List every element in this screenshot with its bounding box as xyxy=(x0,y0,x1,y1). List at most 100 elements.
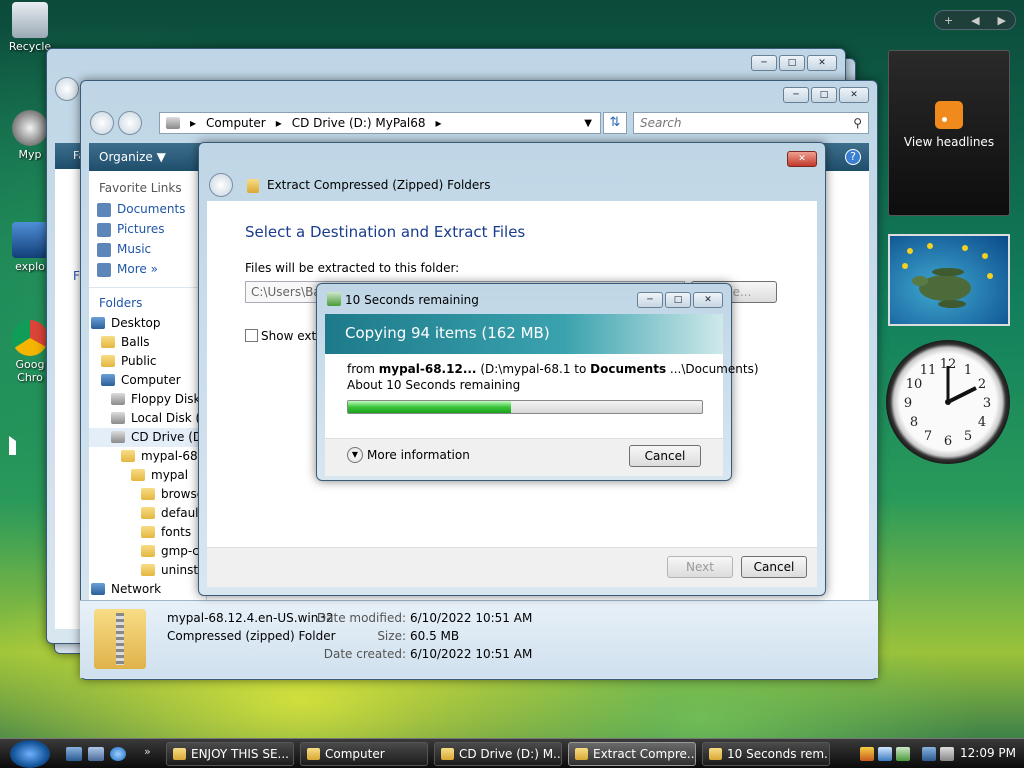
volume-icon[interactable] xyxy=(940,747,954,761)
breadcrumb-cd-drive[interactable]: CD Drive (D:) MyPal68 xyxy=(292,116,426,130)
show-files-checkbox[interactable] xyxy=(245,329,258,342)
address-dropdown-icon[interactable]: ▼ xyxy=(584,118,592,129)
copy-progress-dialog[interactable]: 10 Seconds remaining ─ □ ✕ Copying 94 it… xyxy=(316,283,759,481)
date-modified-value: 6/10/2022 10:51 AM xyxy=(410,611,533,625)
time-remaining: About 10 Seconds remaining xyxy=(347,378,521,392)
quick-launch-overflow-icon[interactable]: » xyxy=(144,745,151,758)
desktop-icon-recycle-bin[interactable]: Recycle xyxy=(6,2,54,53)
more-information-toggle[interactable]: ▼ More information xyxy=(347,447,470,463)
refresh-button[interactable]: ⇅ xyxy=(603,112,627,134)
tree-item[interactable]: Computer xyxy=(89,371,206,390)
organize-label: Organize xyxy=(99,150,153,164)
prev-gadget-icon[interactable]: ◀ xyxy=(971,14,979,27)
rss-icon xyxy=(935,101,963,129)
taskbar: » ENJOY THIS SE... Computer CD Drive (D:) … xyxy=(0,738,1024,768)
tree-item[interactable]: Balls xyxy=(89,333,206,352)
start-button[interactable] xyxy=(10,740,50,768)
tree-item-label: Network xyxy=(111,582,162,596)
sidebar-controls[interactable]: + ◀ ▶ xyxy=(934,10,1016,30)
clock-gadget[interactable]: 12 1 2 345 678 9 10 11 xyxy=(886,340,1010,464)
folders-header[interactable]: Folders xyxy=(89,287,206,314)
tree-item[interactable]: Local Disk (C: xyxy=(89,409,206,428)
pc-icon xyxy=(91,317,105,329)
back-button[interactable] xyxy=(55,77,79,101)
tree-item[interactable]: mypal-68.12 xyxy=(89,447,206,466)
tree-item[interactable]: uninsta xyxy=(89,561,206,580)
switch-windows-icon[interactable] xyxy=(88,747,104,761)
tree-item[interactable]: fonts xyxy=(89,523,206,542)
cancel-button[interactable]: Cancel xyxy=(741,556,807,578)
tree-item-label: Local Disk (C: xyxy=(131,411,206,425)
taskbar-button[interactable]: CD Drive (D:) M... xyxy=(434,742,562,766)
close-button[interactable]: ✕ xyxy=(693,292,723,308)
maximize-button[interactable]: □ xyxy=(811,87,837,103)
close-button[interactable]: ✕ xyxy=(787,151,817,167)
pc-icon xyxy=(101,374,115,386)
to-name[interactable]: Documents xyxy=(590,362,666,376)
tree-item[interactable]: CD Drive (D:) xyxy=(89,428,206,447)
feed-label: View headlines xyxy=(903,135,995,149)
back-button[interactable] xyxy=(90,111,114,135)
taskbar-button[interactable]: 10 Seconds rem... xyxy=(702,742,830,766)
network-icon[interactable] xyxy=(922,747,936,761)
slideshow-gadget[interactable] xyxy=(888,234,1010,326)
taskbar-button[interactable]: ENJOY THIS SE... xyxy=(166,742,294,766)
tree-item-label: Public xyxy=(121,354,157,368)
next-gadget-icon[interactable]: ▶ xyxy=(998,14,1006,27)
size-label: Size: xyxy=(377,629,406,643)
tree-item[interactable]: Public xyxy=(89,352,206,371)
tree-item[interactable]: defaults xyxy=(89,504,206,523)
nav-link-music[interactable]: Music xyxy=(89,239,206,259)
close-button[interactable]: ✕ xyxy=(839,87,869,103)
show-desktop-icon[interactable] xyxy=(66,747,82,761)
close-button[interactable]: ✕ xyxy=(807,55,837,71)
taskbar-button[interactable]: Computer xyxy=(300,742,428,766)
nav-link-more[interactable]: More » xyxy=(89,259,206,279)
from-name[interactable]: mypal-68.12... xyxy=(379,362,477,376)
maximize-button[interactable]: □ xyxy=(665,292,691,308)
tree-item[interactable]: gmp-cl xyxy=(89,542,206,561)
tree-item[interactable]: Network xyxy=(89,580,206,599)
minimize-button[interactable]: ─ xyxy=(637,292,663,308)
security-shield-icon[interactable] xyxy=(860,747,874,761)
window-caption-buttons: ─ □ ✕ xyxy=(751,55,837,71)
forward-button[interactable] xyxy=(118,111,142,135)
folder-icon xyxy=(141,545,155,557)
minimize-button[interactable]: ─ xyxy=(751,55,777,71)
add-gadget-icon[interactable]: + xyxy=(944,14,953,27)
tray-copy-icon[interactable] xyxy=(896,747,910,761)
tree-item-label: Computer xyxy=(121,373,181,387)
organize-button[interactable]: Organize ▼ xyxy=(99,150,166,164)
maximize-button[interactable]: □ xyxy=(779,55,805,71)
minimize-button[interactable]: ─ xyxy=(783,87,809,103)
next-button[interactable]: Next xyxy=(667,556,733,578)
help-icon[interactable]: ? xyxy=(845,149,861,165)
tree-item[interactable]: browser xyxy=(89,485,206,504)
tree-item-label: fonts xyxy=(161,525,192,539)
feed-headlines-gadget[interactable]: View headlines xyxy=(888,50,1010,216)
copy-header: Copying 94 items (162 MB) xyxy=(325,314,723,354)
wizard-title: Extract Compressed (Zipped) Folders xyxy=(267,178,491,192)
wizard-heading: Select a Destination and Extract Files xyxy=(245,223,526,241)
breadcrumb-separator-icon: ▸ xyxy=(275,116,282,130)
copy-progress-fill xyxy=(348,401,511,413)
to-path: ...\Documents) xyxy=(666,362,759,376)
taskbar-button[interactable]: Extract Compre... xyxy=(568,742,696,766)
size-value: 60.5 MB xyxy=(410,629,460,643)
folder-icon xyxy=(141,564,155,576)
svg-text:5: 5 xyxy=(964,429,972,444)
search-input[interactable]: Search ⚲ xyxy=(633,112,869,134)
address-bar[interactable]: ▸ Computer ▸ CD Drive (D:) MyPal68 ▸ ▼ xyxy=(159,112,601,134)
nav-link-pictures[interactable]: Pictures xyxy=(89,219,206,239)
date-modified-label: Date modified: xyxy=(316,611,406,625)
tree-item[interactable]: mypal xyxy=(89,466,206,485)
taskbar-clock[interactable]: 12:09 PM xyxy=(960,746,1016,760)
tree-item[interactable]: Desktop xyxy=(89,314,206,333)
tray-app-icon[interactable] xyxy=(878,747,892,761)
internet-explorer-icon[interactable] xyxy=(110,747,126,761)
tree-item[interactable]: Floppy Disk D xyxy=(89,390,206,409)
nav-link-documents[interactable]: Documents xyxy=(89,199,206,219)
back-button[interactable] xyxy=(209,173,233,197)
breadcrumb-computer[interactable]: Computer xyxy=(206,116,266,130)
copy-cancel-button[interactable]: Cancel xyxy=(629,445,701,467)
